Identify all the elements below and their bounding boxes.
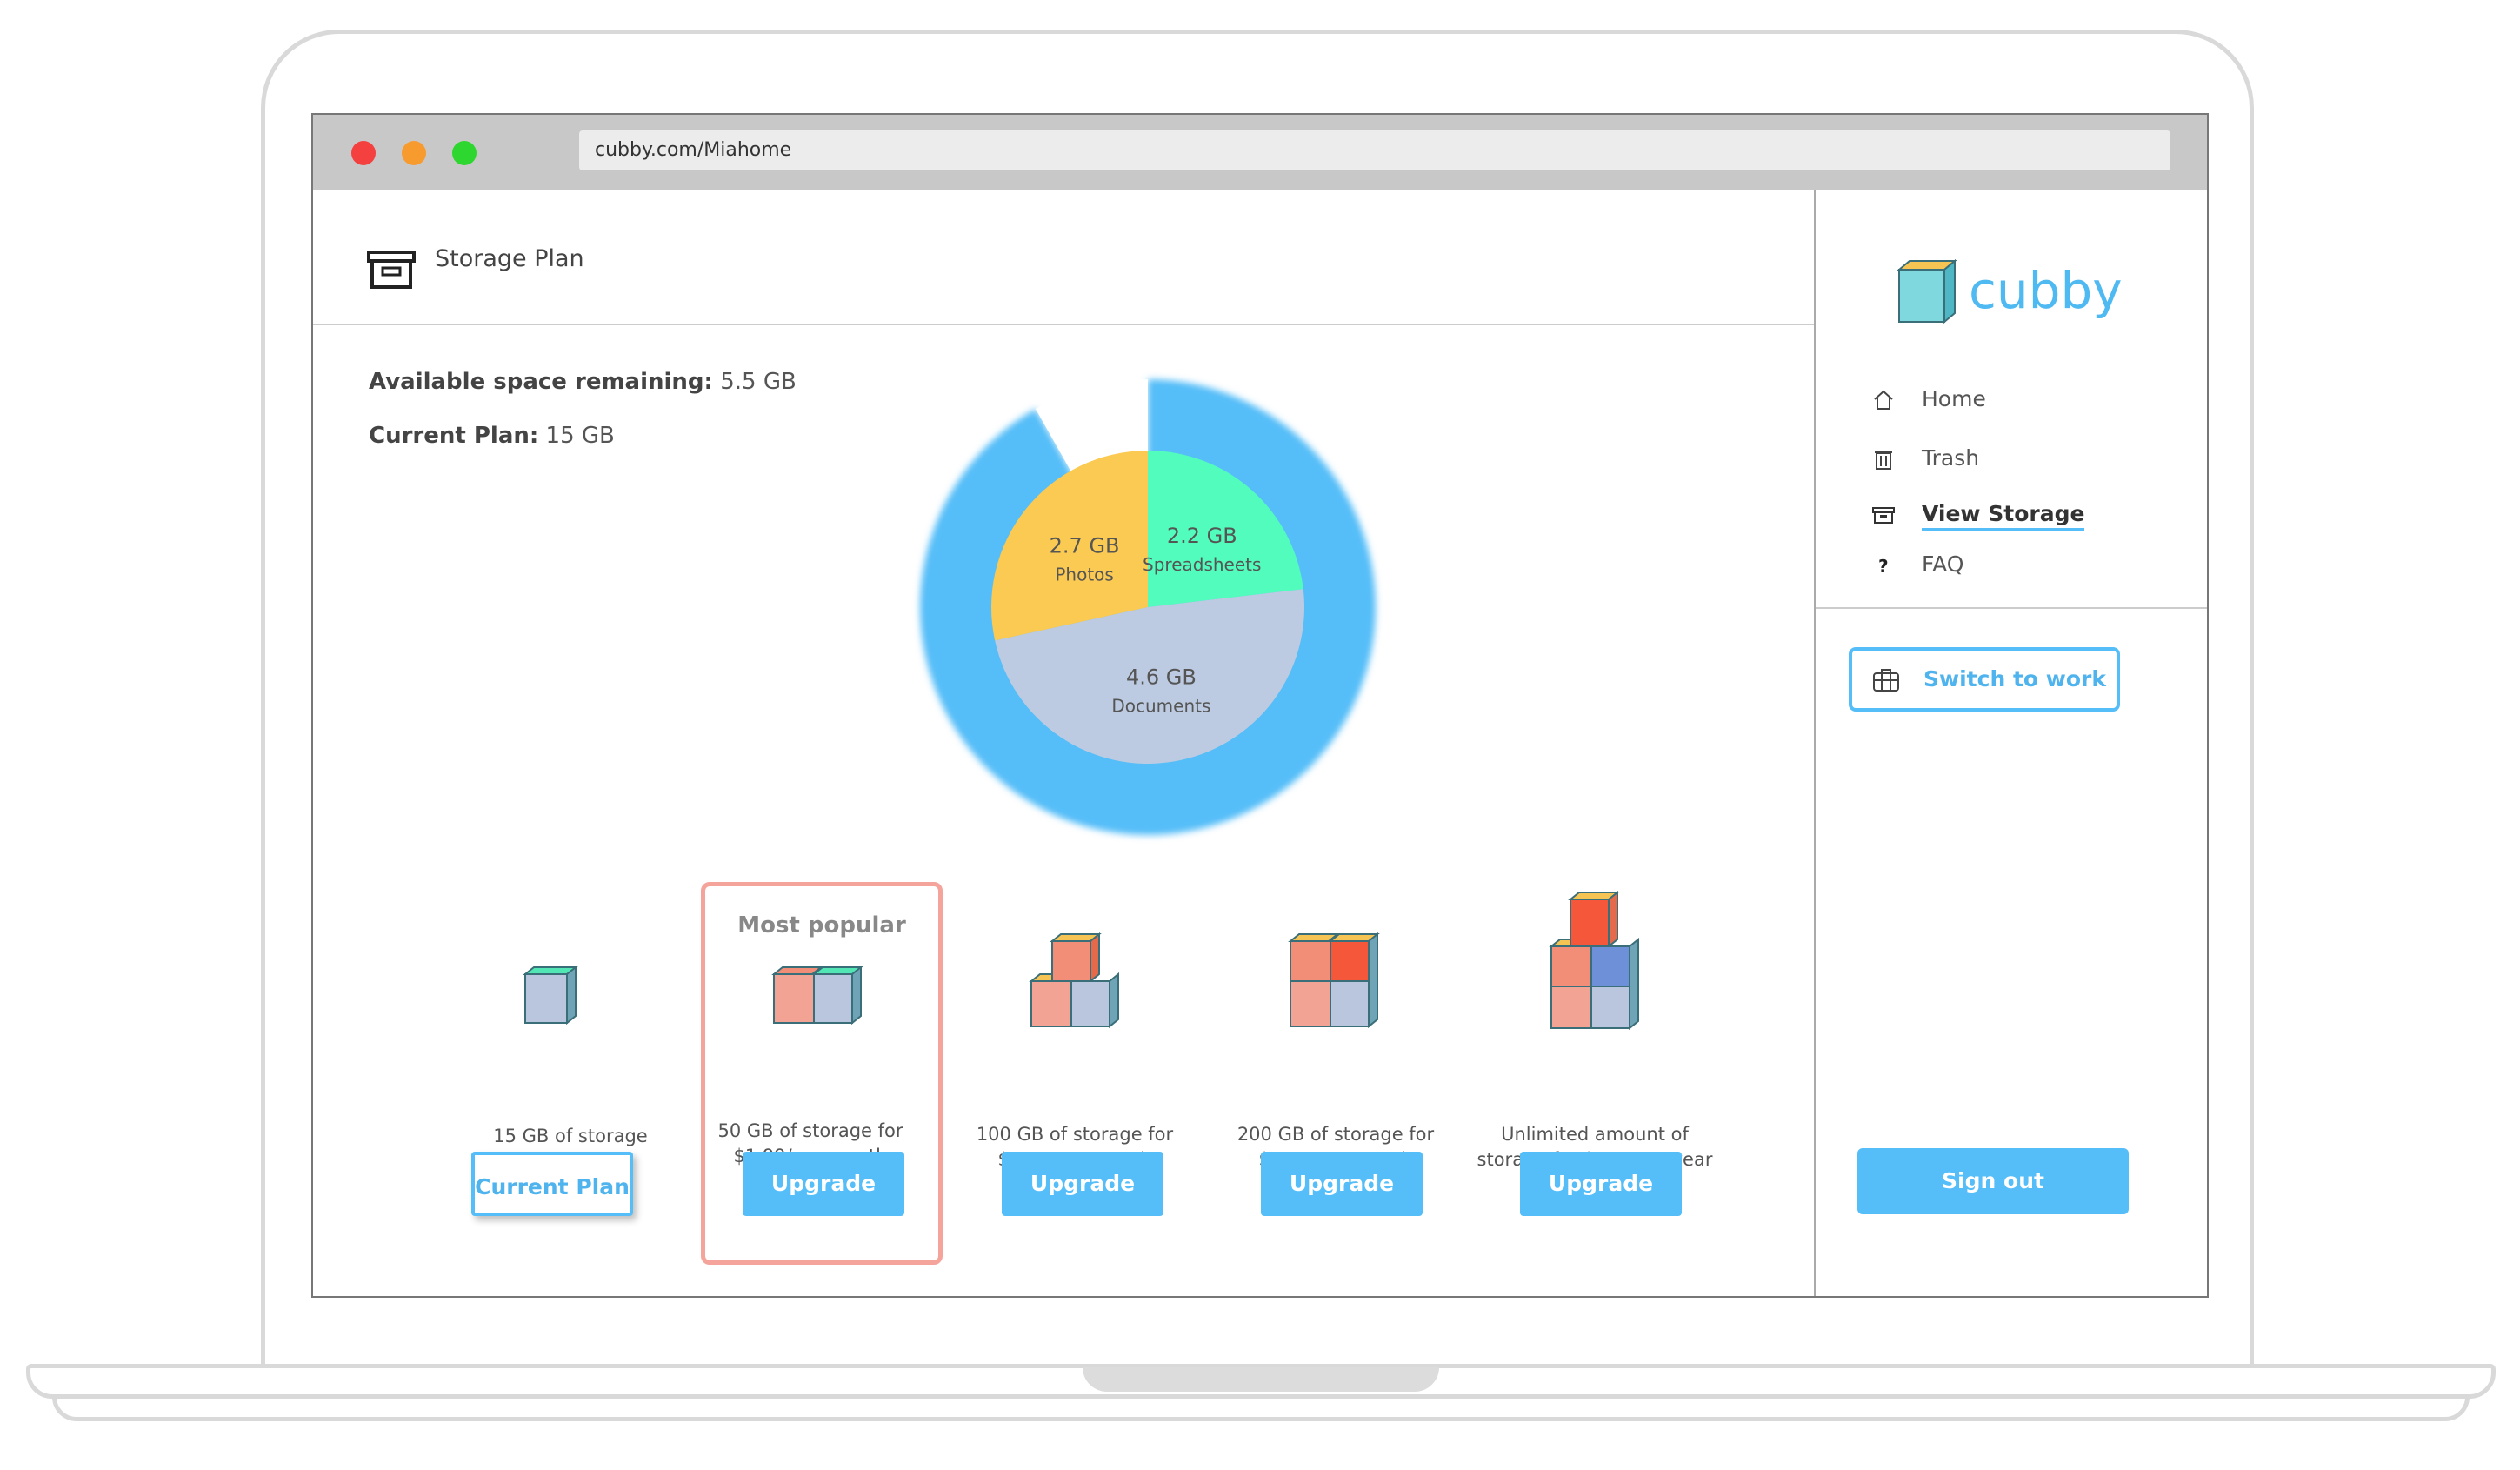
cubby-logo-icon [1897,259,1957,324]
sidebar-item-label: View Storage [1922,501,2085,531]
cubby-logo-text: cubby [1969,261,2123,320]
current-plan-button[interactable]: Current Plan [471,1152,633,1216]
sidebar-item-label: FAQ [1922,551,1964,577]
archive-box-icon [367,251,416,289]
pie-slice-value-label: 2.2 GB [1167,524,1237,548]
sidebar-item-label: Trash [1922,445,1980,471]
upgrade-unlimited-button[interactable]: Upgrade [1520,1152,1682,1216]
home-icon [1874,390,1893,410]
main-content: Storage Plan Available space remaining: … [313,190,1814,1296]
laptop-notch [1083,1367,1439,1392]
current-plan-text: Current Plan: 15 GB [369,423,615,449]
available-space-label: Available space remaining: [369,369,713,395]
two-cubes-icon [771,966,863,1026]
available-space-text: Available space remaining: 5.5 GB [369,369,797,395]
minimize-window-button[interactable] [402,141,426,165]
pie-slice-category-label: Spreadsheets [1143,554,1261,575]
page-title: Storage Plan [435,245,584,272]
upgrade-50gb-button[interactable]: Upgrade [743,1152,904,1216]
pie-slice-value-label: 4.6 GB [1126,665,1197,689]
address-bar[interactable]: cubby.com/Miahome [579,130,2170,170]
sign-out-button[interactable]: Sign out [1857,1148,2129,1214]
question-mark-icon: ? [1878,556,1889,577]
page-header: Storage Plan [313,190,1814,325]
pie-slice-category-label: Documents [1111,695,1210,716]
trash-icon [1875,451,1892,470]
plan-desc-line1: 15 GB of storage [493,1126,648,1146]
browser-toolbar: cubby.com/Miahome [313,115,2207,190]
maximize-window-button[interactable] [452,141,477,165]
plan-desc-line1: 50 GB of storage for [717,1120,903,1141]
available-space-value: 5.5 GB [720,369,797,395]
storage-donut-chart: 2.2 GB Spreadsheets 4.6 GB Documents 2.7 GB P… [920,379,1376,836]
pie-slice-value-label: 2.7 GB [1050,533,1120,558]
plan-desc-line1: 200 GB of storage for [1237,1124,1435,1145]
three-cubes-icon [1029,932,1119,1029]
sidebar-item-label: Home [1922,386,1986,411]
browser-window: cubby.com/Miahome Storage Plan Available… [311,113,2209,1298]
most-popular-label: Most popular [737,912,906,939]
four-cubes-icon [1288,932,1380,1029]
current-plan-value: 15 GB [545,423,615,449]
current-plan-label: Current Plan: [369,423,539,449]
pie-slice-category-label: Photos [1055,564,1113,585]
switch-to-work-button[interactable]: Switch to work [1849,647,2120,712]
single-cube-icon [523,966,578,1026]
switch-to-work-label: Switch to work [1923,666,2106,692]
upgrade-200gb-button[interactable]: Upgrade [1261,1152,1423,1216]
upgrade-100gb-button[interactable]: Upgrade [1002,1152,1163,1216]
briefcase-icon [1873,669,1899,692]
svg-text:?: ? [1878,556,1889,577]
archive-box-icon [1872,507,1895,524]
laptop-base-bottom [52,1397,2470,1421]
plan-desc-line1: Unlimited amount of [1501,1124,1689,1145]
plan-desc-line1: 100 GB of storage for [976,1124,1174,1145]
sidebar: cubby Home Trash View Storage ? FAQ Swit… [1814,190,2207,1296]
close-window-button[interactable] [351,141,376,165]
stacked-cubes-icon [1549,891,1639,1030]
sidebar-divider [1816,607,2207,609]
